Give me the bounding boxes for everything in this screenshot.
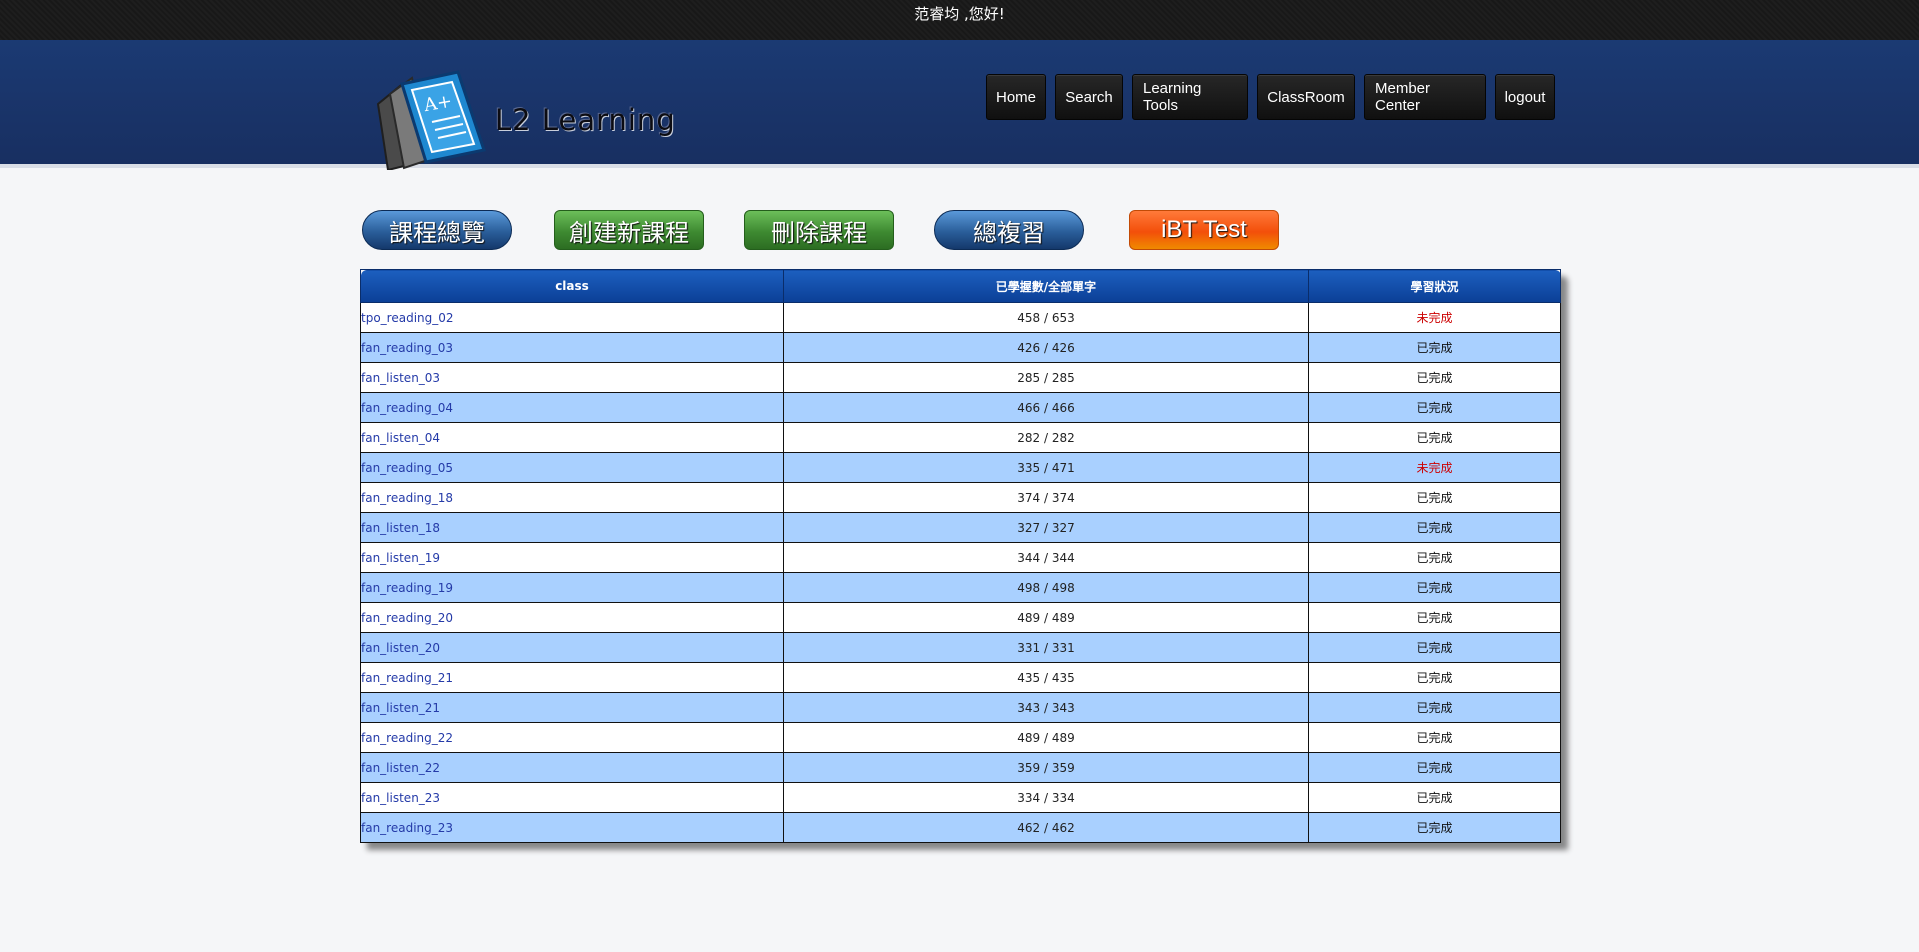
learning-status: 已完成 xyxy=(1308,722,1561,753)
course-link[interactable]: fan_reading_19 xyxy=(360,572,784,603)
word-progress: 344 / 344 xyxy=(783,542,1309,573)
course-link[interactable]: fan_listen_20 xyxy=(360,632,784,663)
table-row: fan_listen_23 334 / 334 已完成 xyxy=(360,782,1561,813)
table-row: fan_reading_03 426 / 426 已完成 xyxy=(360,332,1561,363)
learning-status: 已完成 xyxy=(1308,812,1561,843)
total-review-button[interactable]: 總複習 xyxy=(934,210,1084,250)
table-row: fan_listen_21 343 / 343 已完成 xyxy=(360,692,1561,723)
logo-text: L2 Learning xyxy=(495,103,676,137)
word-progress: 435 / 435 xyxy=(783,662,1309,693)
table-row: fan_reading_21 435 / 435 已完成 xyxy=(360,662,1561,693)
word-progress: 374 / 374 xyxy=(783,482,1309,513)
course-link[interactable]: fan_reading_04 xyxy=(360,392,784,423)
course-link[interactable]: fan_listen_03 xyxy=(360,362,784,393)
table-row: fan_listen_22 359 / 359 已完成 xyxy=(360,752,1561,783)
word-progress: 327 / 327 xyxy=(783,512,1309,543)
learning-status: 未完成 xyxy=(1308,452,1561,483)
column-header-progress: 已學握數/全部單字 xyxy=(783,269,1309,303)
course-link[interactable]: fan_reading_18 xyxy=(360,482,784,513)
course-link[interactable]: fan_reading_22 xyxy=(360,722,784,753)
table-row: tpo_reading_02 458 / 653 未完成 xyxy=(360,302,1561,333)
learning-status: 已完成 xyxy=(1308,662,1561,693)
learning-status: 已完成 xyxy=(1308,632,1561,663)
word-progress: 331 / 331 xyxy=(783,632,1309,663)
learning-status: 已完成 xyxy=(1308,482,1561,513)
table-row: fan_listen_04 282 / 282 已完成 xyxy=(360,422,1561,453)
course-table: class 已學握數/全部單字 學習狀況 tpo_reading_02 458 /… xyxy=(360,269,1561,843)
ibt-test-button[interactable]: iBT Test xyxy=(1129,210,1279,250)
word-progress: 466 / 466 xyxy=(783,392,1309,423)
learning-status: 已完成 xyxy=(1308,572,1561,603)
exam-paper-logo-icon: A+ xyxy=(376,70,486,170)
course-table-body: tpo_reading_02 458 / 653 未完成 fan_reading_03… xyxy=(360,302,1561,843)
nav-logout-button[interactable]: logout xyxy=(1495,74,1555,120)
course-link[interactable]: fan_reading_23 xyxy=(360,812,784,843)
nav-classroom-button[interactable]: ClassRoom xyxy=(1257,74,1355,120)
course-link[interactable]: fan_reading_03 xyxy=(360,332,784,363)
course-link[interactable]: fan_listen_19 xyxy=(360,542,784,573)
course-link[interactable]: fan_listen_23 xyxy=(360,782,784,813)
word-progress: 343 / 343 xyxy=(783,692,1309,723)
course-link[interactable]: fan_listen_18 xyxy=(360,512,784,543)
table-row: fan_reading_05 335 / 471 未完成 xyxy=(360,452,1561,483)
column-header-status: 學習狀況 xyxy=(1308,269,1561,303)
word-progress: 335 / 471 xyxy=(783,452,1309,483)
learning-status: 已完成 xyxy=(1308,422,1561,453)
course-link[interactable]: fan_listen_04 xyxy=(360,422,784,453)
learning-status: 已完成 xyxy=(1308,692,1561,723)
word-progress: 462 / 462 xyxy=(783,812,1309,843)
table-row: fan_listen_18 327 / 327 已完成 xyxy=(360,512,1561,543)
table-row: fan_reading_18 374 / 374 已完成 xyxy=(360,482,1561,513)
table-row: fan_listen_20 331 / 331 已完成 xyxy=(360,632,1561,663)
main-nav: Home Search Learning Tools ClassRoom Mem… xyxy=(986,74,1564,120)
nav-learning-tools-button[interactable]: Learning Tools xyxy=(1132,74,1248,120)
table-row: fan_listen_19 344 / 344 已完成 xyxy=(360,542,1561,573)
word-progress: 426 / 426 xyxy=(783,332,1309,363)
create-course-button[interactable]: 創建新課程 xyxy=(554,210,704,250)
learning-status: 已完成 xyxy=(1308,332,1561,363)
word-progress: 334 / 334 xyxy=(783,782,1309,813)
course-link[interactable]: fan_listen_21 xyxy=(360,692,784,723)
table-header-row: class 已學握數/全部單字 學習狀況 xyxy=(360,269,1561,303)
course-link[interactable]: tpo_reading_02 xyxy=(360,302,784,333)
learning-status: 已完成 xyxy=(1308,392,1561,423)
word-progress: 359 / 359 xyxy=(783,752,1309,783)
learning-status: 未完成 xyxy=(1308,302,1561,333)
learning-status: 已完成 xyxy=(1308,362,1561,393)
course-link[interactable]: fan_reading_20 xyxy=(360,602,784,633)
course-table-wrapper: class 已學握數/全部單字 學習狀況 tpo_reading_02 458 /… xyxy=(360,269,1561,843)
learning-status: 已完成 xyxy=(1308,512,1561,543)
word-progress: 282 / 282 xyxy=(783,422,1309,453)
course-link[interactable]: fan_reading_21 xyxy=(360,662,784,693)
nav-home-button[interactable]: Home xyxy=(986,74,1046,120)
course-overview-button[interactable]: 課程總覽 xyxy=(362,210,512,250)
word-progress: 498 / 498 xyxy=(783,572,1309,603)
table-row: fan_reading_04 466 / 466 已完成 xyxy=(360,392,1561,423)
site-header: A+ L2 Learning Home Search Learning Tool… xyxy=(0,40,1919,170)
course-link[interactable]: fan_listen_22 xyxy=(360,752,784,783)
learning-status: 已完成 xyxy=(1308,782,1561,813)
column-header-class: class xyxy=(360,269,784,303)
table-row: fan_reading_22 489 / 489 已完成 xyxy=(360,722,1561,753)
course-link[interactable]: fan_reading_05 xyxy=(360,452,784,483)
user-greeting: 范睿均 ,您好! xyxy=(914,5,1005,23)
word-progress: 489 / 489 xyxy=(783,722,1309,753)
top-bar: 范睿均 ,您好! xyxy=(0,0,1919,40)
table-row: fan_reading_20 489 / 489 已完成 xyxy=(360,602,1561,633)
nav-search-button[interactable]: Search xyxy=(1055,74,1123,120)
nav-member-center-button[interactable]: Member Center xyxy=(1364,74,1486,120)
word-progress: 489 / 489 xyxy=(783,602,1309,633)
table-row: fan_listen_03 285 / 285 已完成 xyxy=(360,362,1561,393)
learning-status: 已完成 xyxy=(1308,602,1561,633)
learning-status: 已完成 xyxy=(1308,752,1561,783)
table-row: fan_reading_19 498 / 498 已完成 xyxy=(360,572,1561,603)
table-row: fan_reading_23 462 / 462 已完成 xyxy=(360,812,1561,843)
learning-status: 已完成 xyxy=(1308,542,1561,573)
word-progress: 458 / 653 xyxy=(783,302,1309,333)
word-progress: 285 / 285 xyxy=(783,362,1309,393)
delete-course-button[interactable]: 刪除課程 xyxy=(744,210,894,250)
